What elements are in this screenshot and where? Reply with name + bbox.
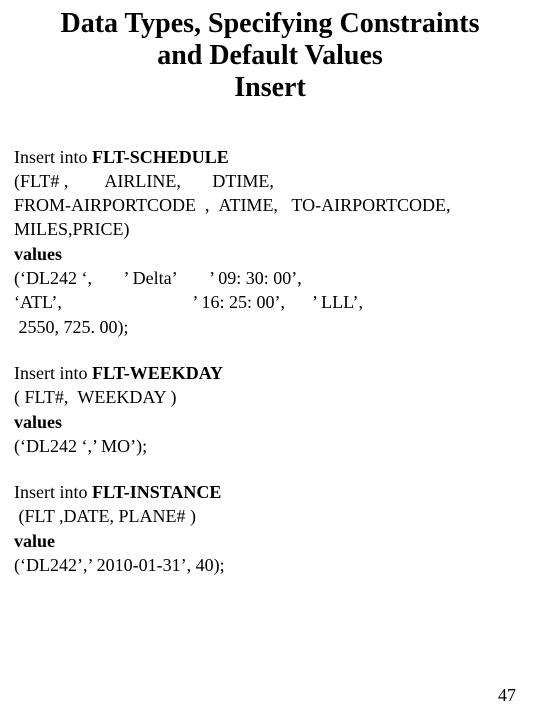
title-line-3: Insert [14,72,526,104]
code-line: (‘DL242 ‘, ’ Delta’ ’ 09: 30: 00’, [14,266,526,290]
sql-block-instance: Insert into FLT-INSTANCE (FLT ,DATE, PLA… [14,480,526,577]
table-name: FLT-WEEKDAY [92,363,223,383]
sql-block-weekday: Insert into FLT-WEEKDAY ( FLT#, WEEKDAY … [14,361,526,458]
insert-line: Insert into FLT-SCHEDULE [14,145,526,169]
code-line: (‘DL242 ‘,’ MO’); [14,434,526,458]
values-keyword: values [14,242,526,266]
table-name: FLT-SCHEDULE [92,147,229,167]
code-line: (FLT ,DATE, PLANE# ) [14,504,526,528]
code-line: FROM-AIRPORTCODE , ATIME, TO-AIRPORTCODE… [14,193,526,217]
code-line: ‘ATL’, ’ 16: 25: 00’, ’ LLL’, [14,290,526,314]
insert-line: Insert into FLT-INSTANCE [14,480,526,504]
code-line: (‘DL242’,’ 2010-01-31’, 40); [14,553,526,577]
code-line: ( FLT#, WEEKDAY ) [14,385,526,409]
slide-title: Data Types, Specifying Constraints and D… [14,8,526,105]
table-name: FLT-INSTANCE [92,482,221,502]
title-line-2: and Default Values [14,40,526,72]
insert-prefix: Insert into [14,147,92,167]
insert-prefix: Insert into [14,482,92,502]
title-line-1: Data Types, Specifying Constraints [14,8,526,40]
code-line: 2550, 725. 00); [14,315,526,339]
page-number: 47 [498,685,516,706]
values-keyword: values [14,410,526,434]
insert-prefix: Insert into [14,363,92,383]
code-line: (FLT# , AIRLINE, DTIME, [14,169,526,193]
value-keyword: value [14,529,526,553]
sql-block-schedule: Insert into FLT-SCHEDULE (FLT# , AIRLINE… [14,145,526,339]
slide-body: Insert into FLT-SCHEDULE (FLT# , AIRLINE… [14,145,526,578]
code-line: MILES,PRICE) [14,217,526,241]
insert-line: Insert into FLT-WEEKDAY [14,361,526,385]
